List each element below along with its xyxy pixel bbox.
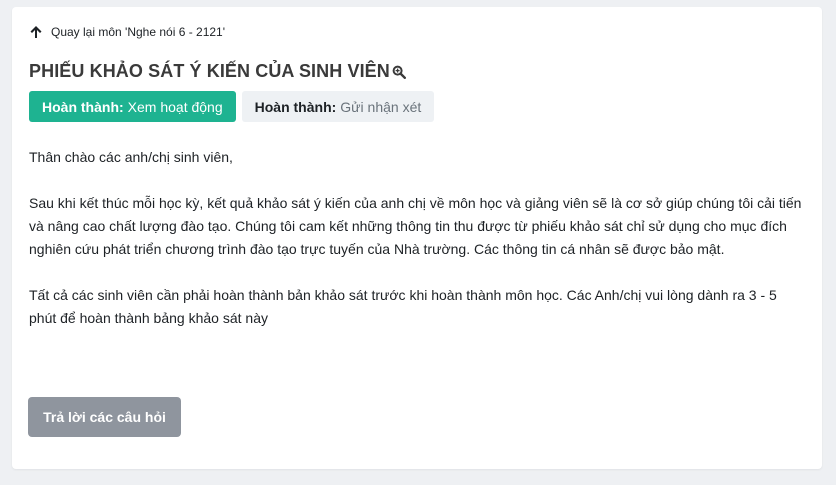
answer-questions-button[interactable]: Trả lời các câu hỏi [28,397,181,437]
intro-paragraph-1: Sau khi kết thúc mỗi học kỳ, kết quả khả… [29,195,802,257]
feedback-card: Quay lại môn 'Nghe nói 6 - 2121' PHIẾU K… [12,7,822,469]
completion-requirements: Hoàn thành: Xem hoạt động Hoàn thành: Gử… [29,91,435,122]
intro-text: Thân chào các anh/chị sinh viên, Sau khi… [29,146,805,353]
completion-badge-label: Hoàn thành: [254,98,337,115]
completion-badge-view: Hoàn thành: Xem hoạt động [29,91,236,122]
intro-paragraph-2: Tất cả các sinh viên cần phải hoàn thành… [29,287,777,326]
back-to-course-link[interactable]: Quay lại môn 'Nghe nói 6 - 2121' [29,25,225,39]
zoom-icon[interactable] [392,65,406,79]
back-link-label: Quay lại môn 'Nghe nói 6 - 2121' [51,25,226,39]
completion-badge-value: Xem hoạt động [127,98,223,115]
intro-greeting: Thân chào các anh/chị sinh viên, [29,149,233,165]
page-title-text: PHIẾU KHẢO SÁT Ý KIẾN CỦA SINH VIÊN [29,61,390,81]
completion-badge-label: Hoàn thành: [42,98,124,115]
completion-badge-value: Gửi nhận xét [340,98,422,115]
page-title: PHIẾU KHẢO SÁT Ý KIẾN CỦA SINH VIÊN [29,61,406,82]
arrow-up-icon [29,25,43,39]
completion-badge-submit: Hoàn thành: Gửi nhận xét [241,91,435,122]
